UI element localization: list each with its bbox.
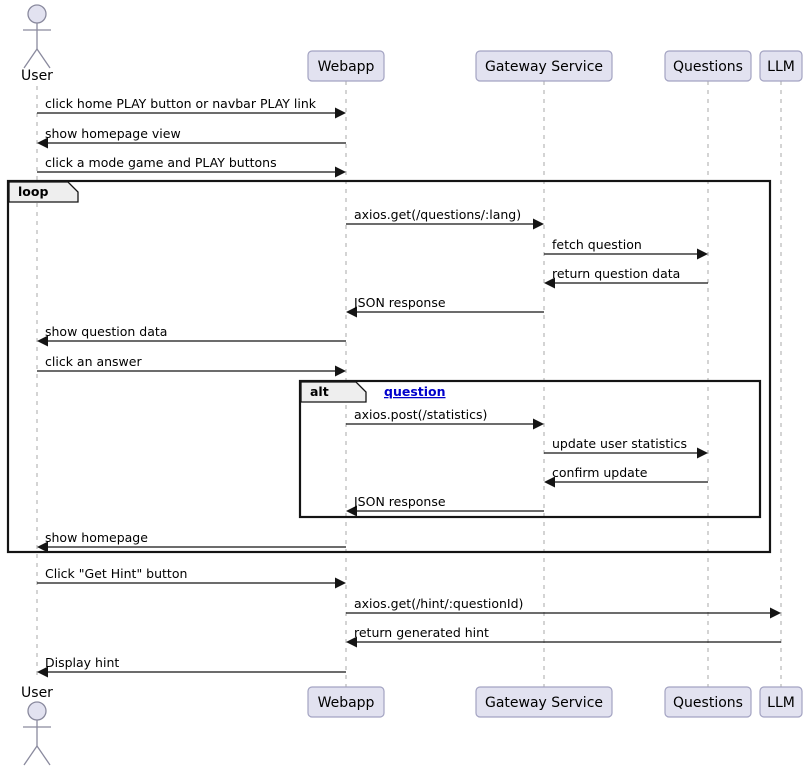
participant-label-llm: LLM xyxy=(767,695,795,711)
message-arrowhead-m1 xyxy=(335,107,346,119)
loop-frame-operator-label: loop xyxy=(18,184,48,199)
alt-frame-guard-label[interactable]: question xyxy=(384,384,446,399)
message-m2: show homepage view xyxy=(37,126,346,149)
actor-left-leg-icon xyxy=(23,745,38,766)
message-arrowhead-m4 xyxy=(533,218,544,230)
participant-label-webapp: Webapp xyxy=(318,695,375,711)
message-m15: Click "Get Hint" button xyxy=(37,566,346,589)
participant-label-gateway: Gateway Service xyxy=(485,59,603,75)
participant-gateway-top[interactable]: Gateway Service xyxy=(475,50,613,82)
participant-label-questions: Questions xyxy=(673,59,743,75)
message-m10: axios.post(/statistics) xyxy=(346,407,544,430)
message-m16: axios.get(/hint/:questionId) xyxy=(346,596,781,619)
message-label-m16: axios.get(/hint/:questionId) xyxy=(354,596,523,611)
message-label-m3: click a mode game and PLAY buttons xyxy=(45,155,277,170)
participant-label-webapp: Webapp xyxy=(318,59,375,75)
message-label-m10: axios.post(/statistics) xyxy=(354,407,487,422)
message-m17: return generated hint xyxy=(346,625,781,648)
message-m3: click a mode game and PLAY buttons xyxy=(37,155,346,178)
message-m7: JSON response xyxy=(346,295,544,318)
message-label-m8: show question data xyxy=(45,324,167,339)
message-m6: return question data xyxy=(544,266,708,289)
message-label-m5: fetch question xyxy=(552,237,642,252)
participant-label-user: User xyxy=(21,68,53,84)
message-m13: JSON response xyxy=(346,494,544,517)
participant-user-top[interactable]: User xyxy=(21,4,53,84)
actor-left-leg-icon xyxy=(23,48,38,69)
participant-webapp-bottom[interactable]: Webapp xyxy=(307,686,385,718)
participant-questions-bottom[interactable]: Questions xyxy=(664,686,752,718)
message-label-m11: update user statistics xyxy=(552,436,687,451)
message-label-m7: JSON response xyxy=(353,295,446,310)
message-label-m2: show homepage view xyxy=(45,126,181,141)
message-arrowhead-m9 xyxy=(335,365,346,377)
message-label-m13: JSON response xyxy=(353,494,446,509)
actor-right-leg-icon xyxy=(36,745,51,766)
sequence-diagram-canvas: loop alt question click home PLAY button o… xyxy=(6,4,803,766)
participant-label-llm: LLM xyxy=(767,59,795,75)
message-arrowhead-m3 xyxy=(335,166,346,178)
message-label-m1: click home PLAY button or navbar PLAY li… xyxy=(45,96,317,111)
message-label-m4: axios.get(/questions/:lang) xyxy=(354,207,521,222)
message-m4: axios.get(/questions/:lang) xyxy=(346,207,544,230)
participant-questions-top[interactable]: Questions xyxy=(664,50,752,82)
sequence-diagram: loop alt question click home PLAY button o… xyxy=(0,0,807,767)
message-arrowhead-m11 xyxy=(697,447,708,459)
message-label-m12: confirm update xyxy=(552,465,648,480)
participant-llm-top[interactable]: LLM xyxy=(759,50,803,82)
message-m5: fetch question xyxy=(544,237,708,260)
message-label-m9: click an answer xyxy=(45,354,142,369)
message-label-m15: Click "Get Hint" button xyxy=(45,566,187,581)
participant-llm-bottom[interactable]: LLM xyxy=(759,686,803,718)
message-m11: update user statistics xyxy=(544,436,708,459)
participant-user-bottom[interactable]: User xyxy=(21,685,53,766)
message-label-m6: return question data xyxy=(552,266,680,281)
actor-head-icon xyxy=(27,4,47,24)
participant-gateway-bottom[interactable]: Gateway Service xyxy=(475,686,613,718)
message-arrowhead-m16 xyxy=(770,607,781,619)
message-label-m18: Display hint xyxy=(45,655,119,670)
actor-head-icon xyxy=(27,701,47,721)
participant-label-user: User xyxy=(21,685,53,701)
message-label-m14: show homepage xyxy=(45,530,148,545)
message-label-m17: return generated hint xyxy=(354,625,489,640)
actor-right-leg-icon xyxy=(36,48,51,69)
message-m12: confirm update xyxy=(544,465,708,488)
message-m8: show question data xyxy=(37,324,346,347)
participant-label-questions: Questions xyxy=(673,695,743,711)
message-m18: Display hint xyxy=(37,655,346,678)
message-arrowhead-m15 xyxy=(335,577,346,589)
participant-label-gateway: Gateway Service xyxy=(485,695,603,711)
message-m9: click an answer xyxy=(37,354,346,377)
message-arrowhead-m10 xyxy=(533,418,544,430)
participant-webapp-top[interactable]: Webapp xyxy=(307,50,385,82)
message-arrowhead-m5 xyxy=(697,248,708,260)
message-m14: show homepage xyxy=(37,530,346,553)
message-m1: click home PLAY button or navbar PLAY li… xyxy=(37,96,346,119)
alt-frame-operator-label: alt xyxy=(310,384,329,399)
